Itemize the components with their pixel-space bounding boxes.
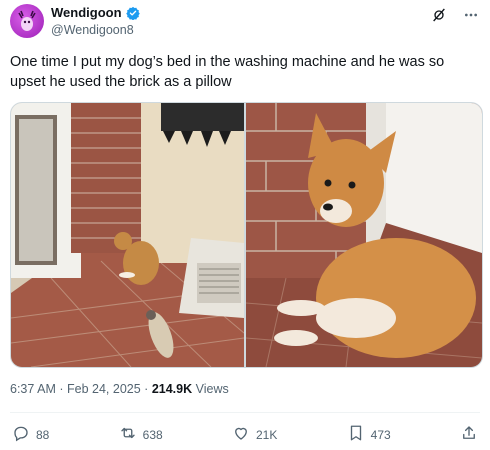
like-button[interactable]: 21K [232, 424, 277, 445]
tweet-media [10, 102, 483, 368]
reply-button[interactable]: 88 [12, 424, 49, 445]
meta-separator: · [59, 382, 64, 396]
bookmark-icon [347, 424, 365, 445]
like-count: 21K [255, 427, 278, 442]
divider [10, 412, 480, 413]
views-label: Views [195, 382, 229, 396]
meta-separator: · [144, 382, 149, 396]
tweet-time[interactable]: 6:37 AM [10, 382, 56, 396]
more-icon[interactable] [462, 6, 480, 24]
bookmark-button[interactable]: 473 [347, 424, 391, 445]
like-icon [232, 424, 250, 445]
tweet-meta: 6:37 AM · Feb 24, 2025 · 214.9K Views [10, 382, 229, 396]
repost-button[interactable]: 638 [119, 424, 163, 445]
views-count: 214.9K [151, 382, 193, 396]
photo-dog-closeup[interactable] [246, 103, 482, 367]
author-handle[interactable]: @Wendigoon8 [51, 23, 134, 37]
top-icons [430, 6, 480, 24]
repost-icon [119, 424, 137, 445]
photo-dog-on-patio[interactable] [11, 103, 244, 367]
display-name[interactable]: Wendigoon [51, 5, 122, 20]
tweet-date[interactable]: Feb 24, 2025 [67, 382, 141, 396]
grok-icon[interactable] [430, 6, 448, 24]
tweet-text: One time I put my dog’s bed in the washi… [10, 54, 445, 90]
action-bar: 88 638 21K 473 [12, 424, 478, 445]
reply-icon [12, 424, 30, 445]
share-button[interactable] [460, 424, 478, 445]
avatar[interactable] [10, 4, 44, 38]
bookmark-count: 473 [370, 427, 391, 442]
share-icon [460, 424, 478, 445]
reply-count: 88 [36, 427, 50, 442]
repost-count: 638 [142, 427, 163, 442]
verified-badge-icon [125, 6, 140, 20]
author-name-row: Wendigoon [51, 5, 140, 20]
